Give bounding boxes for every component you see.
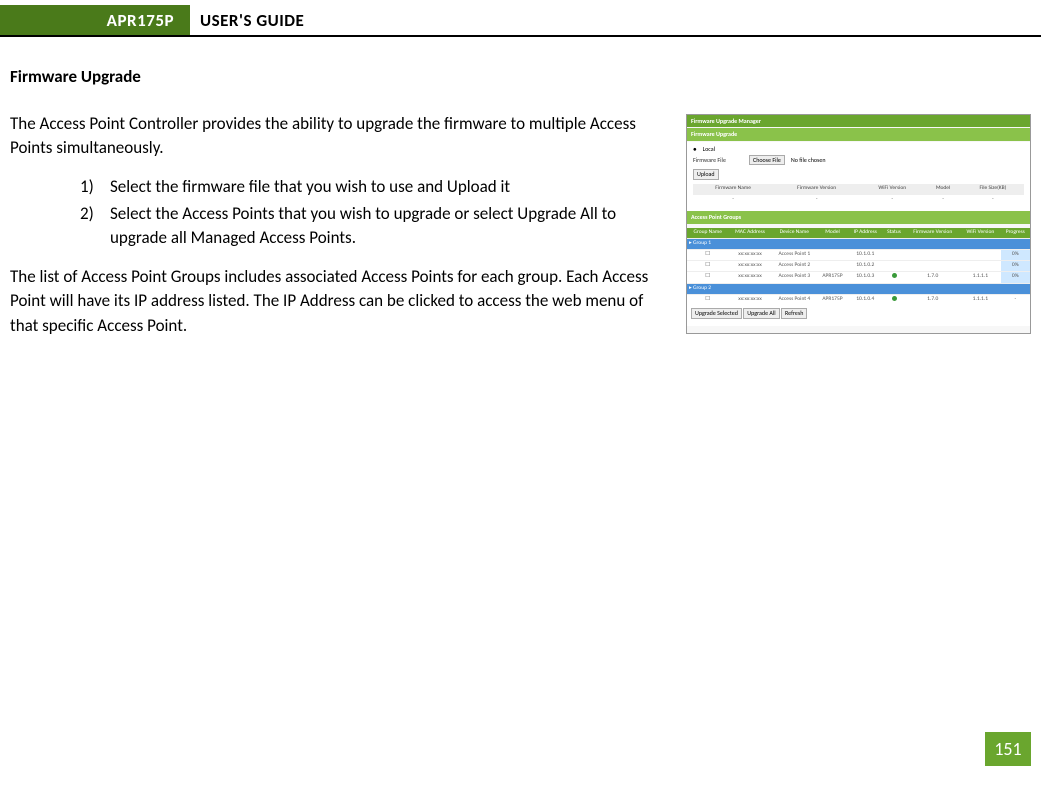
page-header: APR175P USER'S GUIDE <box>0 5 1041 37</box>
screenshot-label-file: Firmware File <box>693 156 743 165</box>
list-item: 2) Select the Access Points that you wis… <box>80 202 674 251</box>
screenshot-titlebar: Firmware Upgrade Manager <box>687 115 1030 128</box>
product-badge: APR175P <box>0 5 190 35</box>
screenshot-upload-btn: Upload <box>693 169 719 180</box>
section-heading: Firmware Upgrade <box>10 65 1031 90</box>
screenshot-choose-btn: Choose File <box>749 155 785 166</box>
screenshot-groups-table: Group Name MAC Address Device Name Model… <box>687 228 1030 306</box>
list-number: 1) <box>80 175 110 200</box>
screenshot-refresh-btn: Refresh <box>781 308 807 319</box>
doc-title: USER'S GUIDE <box>190 5 304 35</box>
screenshot-upgrade-all-btn: Upgrade All <box>743 308 779 319</box>
screenshot-upgrade-selected-btn: Upgrade Selected <box>691 308 742 319</box>
screenshot-panel-groups: Access Point Groups <box>687 211 1030 224</box>
screenshot-radio-local: Local <box>703 145 715 154</box>
list-text: Select the Access Points that you wish t… <box>110 202 674 251</box>
list-text: Select the firmware file that you wish t… <box>110 175 674 200</box>
screenshot-firmware-table: Firmware Name Firmware Version WiFi Vers… <box>693 184 1024 205</box>
list-number: 2) <box>80 202 110 251</box>
page-number: 151 <box>985 732 1031 766</box>
list-item: 1) Select the firmware file that you wis… <box>80 175 674 200</box>
screenshot-panel-firmware: Firmware Upgrade <box>687 128 1030 141</box>
screenshot-no-file: No file chosen <box>791 156 826 165</box>
embedded-screenshot: Firmware Upgrade Manager Firmware Upgrad… <box>686 114 1031 334</box>
page-content: Firmware Upgrade Firmware Upgrade Manage… <box>0 37 1041 353</box>
